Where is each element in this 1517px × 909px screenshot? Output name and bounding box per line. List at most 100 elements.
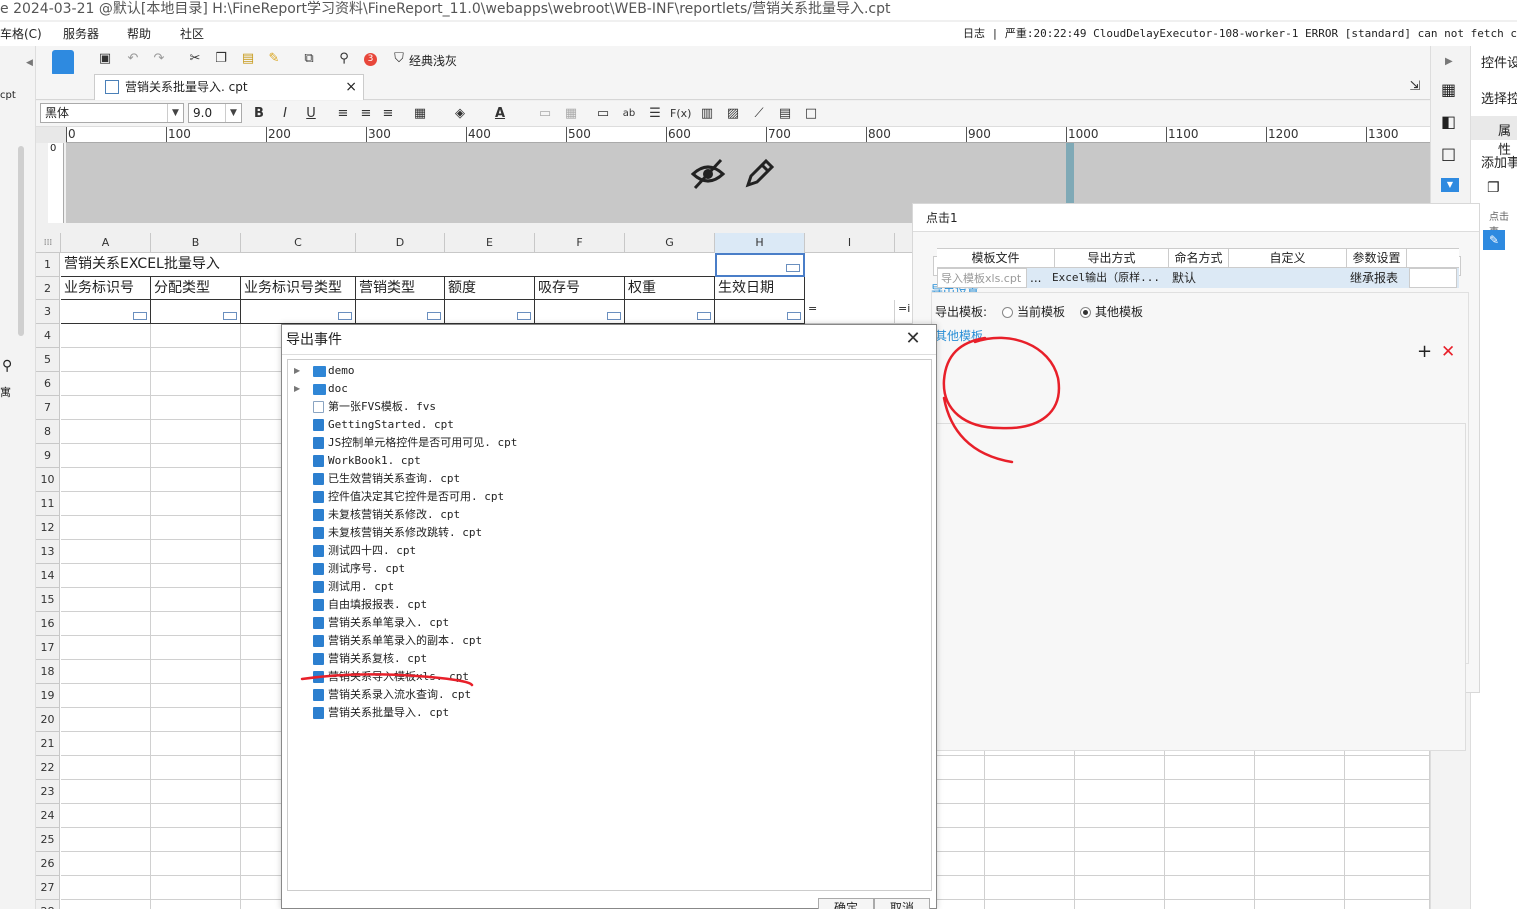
notification-badge[interactable]: 3: [364, 53, 377, 66]
redo-icon[interactable]: ↷: [150, 50, 168, 68]
copy-icon[interactable]: ❐: [212, 50, 230, 68]
grid-cell[interactable]: [61, 804, 151, 828]
grid-cell[interactable]: [985, 804, 1075, 828]
grid-cell[interactable]: [61, 372, 151, 396]
tree-folder[interactable]: ▶ doc: [288, 380, 928, 398]
grid-cell[interactable]: [151, 492, 241, 516]
grid-cell[interactable]: [1345, 900, 1430, 909]
selected-cell-h1[interactable]: [715, 253, 805, 277]
browse-button[interactable]: ...: [1027, 268, 1049, 288]
header-cell[interactable]: 吸存号: [535, 277, 625, 300]
param-setting-value[interactable]: 继承报表: [1347, 268, 1407, 288]
grid-cell[interactable]: [1165, 756, 1255, 780]
theme-label[interactable]: 经典浅灰: [409, 52, 457, 69]
font-size-select[interactable]: 9.0 ▼: [188, 103, 242, 123]
grid-cell[interactable]: [61, 660, 151, 684]
grid-cell[interactable]: [61, 708, 151, 732]
grid-cell[interactable]: [151, 564, 241, 588]
row-header[interactable]: 2: [36, 277, 60, 300]
grid-cell[interactable]: [61, 780, 151, 804]
search-template-icon[interactable]: ⚲: [335, 50, 353, 68]
copy-event-icon[interactable]: ❐: [1487, 180, 1500, 196]
align-center-icon[interactable]: ≡: [357, 105, 375, 123]
export-mode-value[interactable]: Excel输出（原样...: [1049, 268, 1167, 288]
tab-current-template[interactable]: 营销关系批量导入. cpt ×: [94, 74, 364, 100]
grid-cell[interactable]: [1345, 804, 1430, 828]
grid-cell[interactable]: [1165, 804, 1255, 828]
row-header[interactable]: 18: [36, 660, 60, 684]
more-shapes-icon[interactable]: □: [802, 105, 820, 123]
paste-icon[interactable]: ▤: [239, 50, 257, 68]
input-cell[interactable]: [445, 300, 535, 324]
grid-cell[interactable]: [985, 780, 1075, 804]
edit-pencil-icon[interactable]: [742, 157, 776, 191]
grid-cell[interactable]: [151, 396, 241, 420]
grid-cell[interactable]: [1255, 876, 1345, 900]
grid-cell[interactable]: [1255, 756, 1345, 780]
column-header[interactable]: E: [445, 233, 535, 253]
grid-cell[interactable]: [1255, 804, 1345, 828]
row-header[interactable]: 14: [36, 564, 60, 588]
tree-file[interactable]: 测试四十四. cpt: [288, 542, 928, 560]
grid-cell[interactable]: [151, 612, 241, 636]
input-cell[interactable]: [356, 300, 445, 324]
grid-cell[interactable]: [61, 324, 151, 348]
insert-slash-icon[interactable]: ⟋: [750, 105, 768, 123]
row-header[interactable]: 19: [36, 684, 60, 708]
row-header[interactable]: 27: [36, 876, 60, 900]
row-header[interactable]: 12: [36, 516, 60, 540]
tree-file[interactable]: 第一张FVS模板. fvs: [288, 398, 928, 416]
row-header[interactable]: 25: [36, 828, 60, 852]
grid-cell[interactable]: [151, 852, 241, 876]
merge-cells-icon[interactable]: ▭: [536, 105, 554, 123]
insert-formula-icon[interactable]: F(x): [670, 105, 691, 123]
row-header[interactable]: 5: [36, 348, 60, 372]
tree-file[interactable]: 控件值决定其它控件是否可用. cpt: [288, 488, 928, 506]
remove-icon[interactable]: ✕: [1441, 342, 1455, 362]
grid-cell[interactable]: [61, 732, 151, 756]
grid-cell[interactable]: [1075, 900, 1165, 909]
cut-icon[interactable]: ✂: [186, 50, 204, 68]
tree-file[interactable]: 营销关系导入模板xls. cpt: [288, 668, 928, 686]
hide-eye-icon[interactable]: [690, 157, 726, 191]
tree-folder[interactable]: ▶ demo: [288, 362, 928, 380]
attribute-tab[interactable]: 属性: [1471, 116, 1517, 158]
grid-cell[interactable]: [151, 900, 241, 909]
select-all-corner[interactable]: ⁞⁞⁞: [36, 233, 61, 253]
row-header[interactable]: 17: [36, 636, 60, 660]
theme-icon[interactable]: ⛉: [390, 50, 408, 68]
grid-cell[interactable]: [1165, 780, 1255, 804]
menu-cell[interactable]: 车格(C): [0, 22, 42, 46]
widget-settings-icon[interactable]: ▼: [1441, 178, 1459, 192]
tree-file[interactable]: GettingStarted. cpt: [288, 416, 928, 434]
radio-other-template[interactable]: 其他模板: [1080, 303, 1143, 320]
row-header[interactable]: 23: [36, 780, 60, 804]
insert-image-icon[interactable]: ▨: [724, 105, 742, 123]
grid-cell[interactable]: [151, 804, 241, 828]
add-event-label[interactable]: 添加事: [1481, 152, 1517, 171]
column-header[interactable]: A: [61, 233, 151, 253]
grid-cell[interactable]: [61, 684, 151, 708]
naming-value[interactable]: 默认: [1169, 268, 1229, 288]
custom-value[interactable]: [1229, 268, 1347, 288]
row-header[interactable]: 9: [36, 444, 60, 468]
header-cell[interactable]: 业务标识号类型: [241, 277, 356, 300]
tab-close-icon[interactable]: ×: [345, 75, 357, 99]
column-header[interactable]: D: [356, 233, 445, 253]
grid-cell[interactable]: [151, 372, 241, 396]
grid-cell[interactable]: [1075, 828, 1165, 852]
header-cell[interactable]: 额度: [445, 277, 535, 300]
font-color-icon[interactable]: A: [491, 105, 509, 123]
grid-cell[interactable]: [151, 828, 241, 852]
formula-cell[interactable]: =: [805, 300, 895, 324]
grid-cell[interactable]: [61, 492, 151, 516]
input-cell[interactable]: [715, 300, 805, 324]
grid-cell[interactable]: [985, 828, 1075, 852]
align-left-icon[interactable]: ≡: [334, 105, 352, 123]
input-cell[interactable]: [625, 300, 715, 324]
insert-field-icon[interactable]: ▭: [594, 105, 612, 123]
expand-arrow-icon[interactable]: ▶: [294, 380, 302, 398]
log-status[interactable]: 日志 | 严重:20:22:49 CloudDelayExecutor-108-…: [963, 22, 1517, 46]
header-cell[interactable]: 业务标识号: [61, 277, 151, 300]
column-header[interactable]: G: [625, 233, 715, 253]
